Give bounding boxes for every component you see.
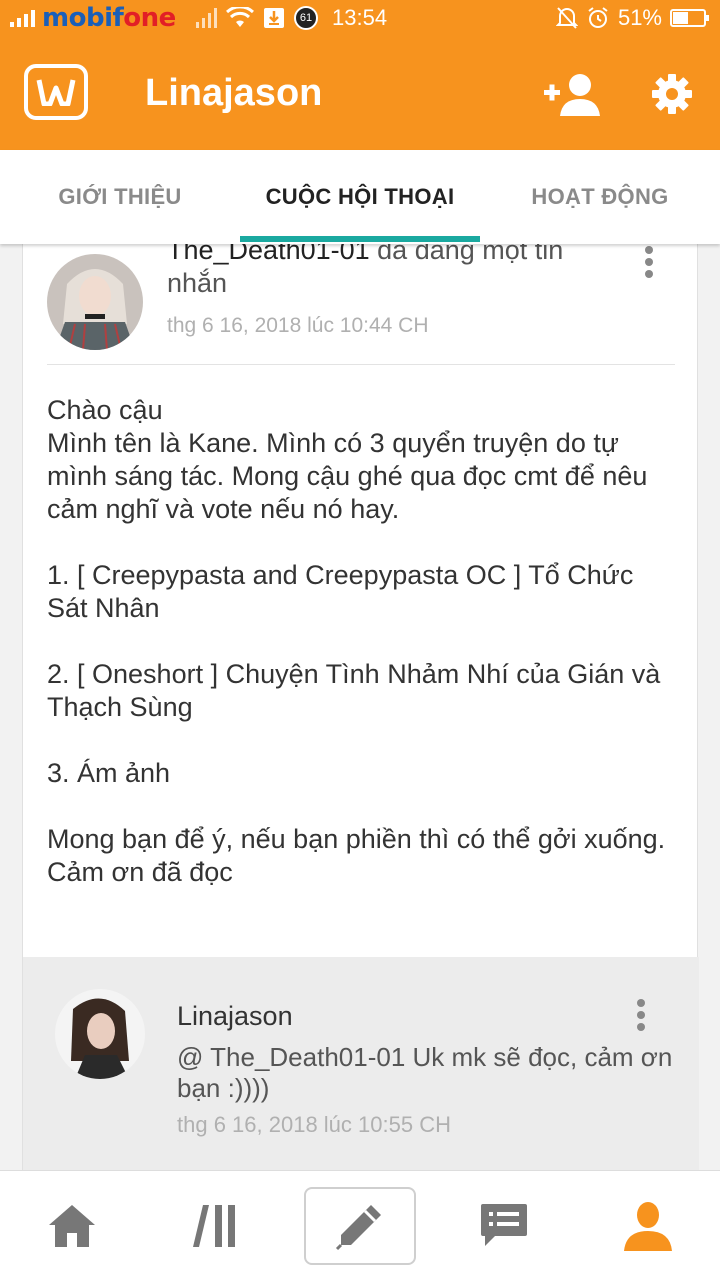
signal-secondary-icon [196, 8, 217, 28]
add-user-icon[interactable] [544, 72, 602, 116]
tab-conversations[interactable]: CUỘC HỘI THOẠI [240, 150, 480, 244]
wattpad-logo[interactable] [24, 64, 88, 120]
notification-count-badge: 61 [294, 6, 318, 30]
clock: 13:54 [332, 5, 388, 30]
post-timestamp: thg 6 16, 2018 lúc 10:44 CH [167, 314, 429, 337]
nav-home[interactable] [0, 1171, 144, 1280]
divider [47, 364, 675, 365]
active-tab-indicator [240, 236, 480, 242]
reply-more-options-icon[interactable] [633, 997, 649, 1033]
battery-percent: 51% [617, 5, 662, 30]
messages-icon [481, 1204, 527, 1246]
nav-messages[interactable] [432, 1171, 576, 1280]
reply-avatar[interactable] [55, 989, 145, 1079]
download-icon [264, 8, 284, 28]
gear-icon[interactable] [650, 72, 694, 116]
reply-timestamp: thg 6 16, 2018 lúc 10:55 CH [177, 1112, 451, 1137]
write-icon [335, 1205, 381, 1251]
avatar[interactable] [47, 254, 143, 350]
nav-write[interactable] [288, 1171, 432, 1280]
nav-library[interactable] [144, 1171, 288, 1280]
post-header: The_Death01-01 đã đăng một tin nhắn [167, 244, 627, 300]
bottom-navigation [0, 1170, 720, 1280]
alarm-icon [588, 7, 608, 28]
profile-tabs: GIỚI THIỆU CUỘC HỘI THOẠI HOẠT ĐỘNG [0, 150, 720, 244]
signal-strength-icon [10, 10, 35, 27]
profile-title: Linajason [145, 72, 323, 114]
wifi-icon [226, 7, 254, 27]
more-options-icon[interactable] [641, 244, 657, 280]
reply-item: Linajason @ The_Death01-01 Uk mk sẽ đọc,… [23, 957, 699, 1170]
message-card: The_Death01-01 đã đăng một tin nhắn thg … [22, 244, 699, 1170]
message-body: Chào cậu Mình tên là Kane. Mình có 3 quy… [47, 395, 666, 887]
profile-icon [624, 1202, 672, 1251]
nav-profile[interactable] [576, 1171, 720, 1280]
status-bar: mobifone 61 13:54 51% [0, 0, 720, 36]
home-icon [49, 1205, 95, 1247]
logo-w-icon [36, 79, 76, 106]
silent-bell-icon [555, 7, 578, 29]
reply-text: @ The_Death01-01 Uk mk sẽ đọc, cảm ơn bạ… [177, 1042, 673, 1103]
app-bar: Linajason [0, 36, 720, 150]
battery-icon [670, 9, 709, 27]
post-author-link[interactable]: The_Death01-01 [167, 244, 370, 265]
conversation-feed[interactable]: The_Death01-01 đã đăng một tin nhắn thg … [0, 244, 720, 1170]
reply-author[interactable]: Linajason [177, 1001, 293, 1032]
library-icon [193, 1205, 235, 1247]
carrier-name: mobifone [42, 3, 176, 33]
tab-activity[interactable]: HOẠT ĐỘNG [480, 150, 720, 244]
tab-about[interactable]: GIỚI THIỆU [0, 150, 240, 244]
